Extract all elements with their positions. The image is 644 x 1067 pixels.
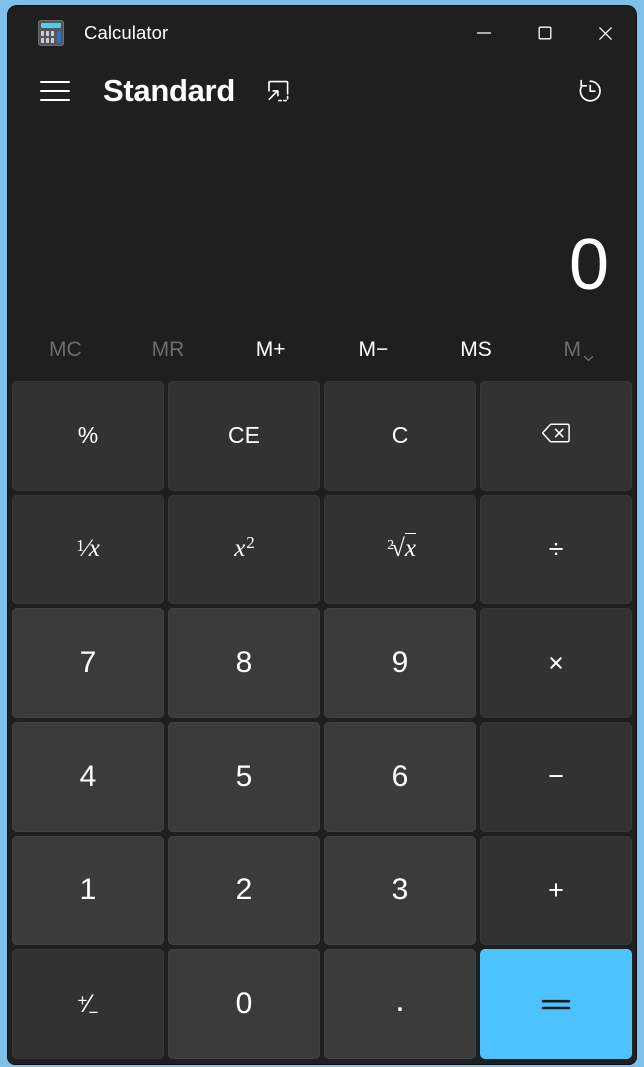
memory-add-button[interactable]: M+ (219, 322, 322, 378)
multiply-label: × (548, 647, 564, 678)
two-label: 2 (235, 873, 253, 907)
eight-button[interactable]: 8 (168, 608, 320, 718)
square-root-label: 2√x (387, 533, 416, 563)
memory-recall-label: MR (151, 338, 185, 361)
keypad: % CE C 1⁄x x2 2√x ÷ 7 8 9 × 4 5 6 − 1 2 … (8, 378, 636, 1064)
memory-clear-button[interactable]: MC (14, 322, 117, 378)
two-button[interactable]: 2 (168, 835, 320, 946)
memory-dropdown-label: M (563, 338, 581, 361)
calculator-app-icon (38, 20, 64, 46)
square-button[interactable]: x2 (168, 494, 320, 605)
negate-label: +⁄− (77, 989, 98, 1022)
one-label: 1 (79, 873, 97, 907)
zero-label: 0 (235, 987, 253, 1021)
maximize-icon[interactable] (514, 6, 575, 60)
reciprocal-label: 1⁄x (76, 535, 100, 563)
memory-dropdown-button[interactable]: M (527, 322, 630, 378)
keep-on-top-icon[interactable] (260, 73, 296, 109)
clear-entry-label: CE (228, 422, 260, 449)
backspace-icon (541, 421, 571, 451)
memory-add-label: M+ (255, 338, 286, 361)
title-bar[interactable]: Calculator (8, 6, 636, 60)
memory-recall-button[interactable]: MR (117, 322, 220, 378)
backspace-button[interactable] (480, 381, 632, 491)
display-area: 0 (8, 122, 636, 322)
divide-label: ÷ (548, 533, 564, 564)
decimal-button[interactable]: . (324, 949, 476, 1059)
hamburger-menu-icon[interactable] (40, 74, 74, 108)
window-controls (453, 6, 636, 60)
clear-button[interactable]: C (324, 381, 476, 491)
percent-button[interactable]: % (12, 381, 164, 491)
app-icon-screen (41, 23, 61, 28)
eight-label: 8 (235, 646, 253, 680)
memory-store-label: MS (460, 338, 492, 361)
calculator-window: Calculator Standard 0 MC MR M+ M− MS M %… (8, 6, 636, 1064)
memory-row: MC MR M+ M− MS M (8, 322, 636, 378)
equals-icon (539, 994, 573, 1014)
seven-label: 7 (79, 646, 97, 680)
chevron-down-icon (583, 346, 594, 361)
four-label: 4 (79, 759, 97, 793)
plus-button[interactable]: + (480, 835, 632, 946)
square-label: x2 (234, 533, 255, 563)
five-label: 5 (235, 759, 253, 793)
divide-button[interactable]: ÷ (480, 494, 632, 605)
square-root-button[interactable]: 2√x (324, 494, 476, 605)
zero-button[interactable]: 0 (168, 949, 320, 1059)
window-title: Calculator (84, 22, 169, 43)
memory-subtract-button[interactable]: M− (322, 322, 425, 378)
equals-button[interactable] (480, 949, 632, 1059)
nine-button[interactable]: 9 (324, 608, 476, 718)
minimize-icon[interactable] (453, 6, 514, 60)
memory-clear-label: MC (49, 338, 82, 361)
page-title: Standard (103, 73, 235, 108)
minus-label: − (548, 761, 564, 792)
three-label: 3 (391, 873, 409, 907)
seven-button[interactable]: 7 (12, 608, 164, 718)
memory-store-button[interactable]: MS (425, 322, 528, 378)
minus-button[interactable]: − (480, 721, 632, 832)
six-button[interactable]: 6 (324, 721, 476, 832)
reciprocal-button[interactable]: 1⁄x (12, 494, 164, 605)
decimal-label: . (395, 980, 405, 1019)
percent-label: % (77, 422, 99, 449)
one-button[interactable]: 1 (12, 835, 164, 946)
close-icon[interactable] (575, 6, 636, 60)
history-icon[interactable] (568, 69, 612, 113)
four-button[interactable]: 4 (12, 721, 164, 832)
result-display[interactable]: 0 (569, 226, 609, 304)
memory-subtract-label: M− (358, 338, 389, 361)
plus-label: + (548, 874, 564, 905)
mode-header: Standard (8, 60, 636, 122)
five-button[interactable]: 5 (168, 721, 320, 832)
negate-button[interactable]: +⁄− (12, 949, 164, 1059)
three-button[interactable]: 3 (324, 835, 476, 946)
nine-label: 9 (391, 646, 409, 680)
app-icon-keys (41, 31, 54, 43)
app-icon-accent-key (56, 31, 61, 43)
six-label: 6 (391, 759, 409, 793)
clear-label: C (391, 422, 409, 449)
multiply-button[interactable]: × (480, 608, 632, 718)
clear-entry-button[interactable]: CE (168, 381, 320, 491)
